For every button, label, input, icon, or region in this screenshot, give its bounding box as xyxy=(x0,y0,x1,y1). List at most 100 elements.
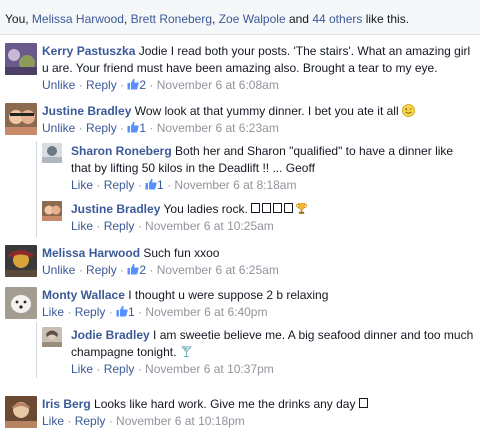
reply-link[interactable]: Reply xyxy=(86,121,117,135)
like-link[interactable]: Like xyxy=(71,178,93,192)
comment-actions: Like · Reply · 1 · November 6 at 6:40pm xyxy=(42,304,482,320)
separator: , xyxy=(212,12,219,26)
comment-text: You ladies rock. xyxy=(163,202,248,216)
separator: , xyxy=(123,12,131,26)
like-count[interactable]: 2 xyxy=(127,78,146,92)
separator: · xyxy=(146,121,157,135)
comment-actions: Like · Reply · 1 · November 6 at 8:18am xyxy=(71,177,476,193)
like-count-value[interactable]: 1 xyxy=(157,178,164,192)
reply-link[interactable]: Reply xyxy=(104,219,135,233)
avatar[interactable] xyxy=(5,245,37,277)
separator: · xyxy=(75,263,87,277)
thumbs-up-icon xyxy=(127,78,140,90)
comment-time[interactable]: November 6 at 8:18am xyxy=(174,178,296,192)
thumbs-up-icon xyxy=(127,263,140,275)
like-link[interactable]: Like xyxy=(42,305,64,319)
separator: · xyxy=(93,178,104,192)
unlike-link[interactable]: Unlike xyxy=(42,121,75,135)
comment-time[interactable]: November 6 at 10:18pm xyxy=(116,414,245,428)
comment-actions: Unlike · Reply · 1 · November 6 at 6:23a… xyxy=(42,120,482,136)
reply-link[interactable]: Reply xyxy=(104,362,135,376)
like-count[interactable]: 1 xyxy=(127,121,146,135)
avatar[interactable] xyxy=(5,287,37,319)
separator: · xyxy=(64,414,75,428)
reply-link[interactable]: Reply xyxy=(104,178,135,192)
separator: · xyxy=(116,121,128,135)
wink-emoji-icon xyxy=(401,104,415,117)
separator: · xyxy=(105,305,117,319)
separator: · xyxy=(134,305,146,319)
comment-author[interactable]: Iris Berg xyxy=(42,397,91,411)
like-count[interactable]: 1 xyxy=(116,305,135,319)
comment-actions: Like · Reply · November 6 at 10:37pm xyxy=(71,361,476,377)
thumbs-up-icon xyxy=(127,121,140,133)
separator: · xyxy=(163,178,175,192)
separator: · xyxy=(116,263,128,277)
reply-link[interactable]: Reply xyxy=(86,78,117,92)
separator: · xyxy=(134,362,146,376)
separator: · xyxy=(116,78,128,92)
comment-author[interactable]: Melissa Harwood xyxy=(42,246,140,260)
avatar[interactable] xyxy=(42,143,62,163)
cocktail-icon xyxy=(180,345,192,358)
comment-author[interactable]: Justine Bradley xyxy=(42,104,131,118)
comment-text: Wow look at that yummy dinner. I bet you… xyxy=(134,104,399,118)
separator: · xyxy=(75,121,87,135)
separator: · xyxy=(146,78,157,92)
unlike-link[interactable]: Unlike xyxy=(42,78,75,92)
comment-author[interactable]: Jodie Bradley xyxy=(71,328,150,342)
comment-actions: Like · Reply · November 6 at 10:18pm xyxy=(42,413,482,429)
avatar[interactable] xyxy=(42,201,62,221)
avatar[interactable] xyxy=(42,327,62,347)
comment-author[interactable]: Monty Wallace xyxy=(42,288,125,302)
separator: · xyxy=(93,219,104,233)
reply-thread-line xyxy=(36,322,37,378)
like-link[interactable]: Like xyxy=(42,414,64,428)
liker-link-3[interactable]: Zoe Walpole xyxy=(219,12,286,26)
reply-link[interactable]: Reply xyxy=(75,414,106,428)
reply-thread-line xyxy=(36,141,37,237)
avatar[interactable] xyxy=(5,396,37,428)
like-link[interactable]: Like xyxy=(71,362,93,376)
unrendered-glyph xyxy=(358,398,368,408)
unlike-link[interactable]: Unlike xyxy=(42,263,75,277)
comment-actions: Like · Reply · November 6 at 10:25am xyxy=(71,218,476,234)
separator: · xyxy=(75,78,87,92)
comment-author[interactable]: Justine Bradley xyxy=(71,202,160,216)
separator: and xyxy=(285,12,313,26)
others-link[interactable]: 44 others xyxy=(312,12,362,26)
comment-actions: Unlike · Reply · 2 · November 6 at 6:08a… xyxy=(42,77,472,93)
comment-text: Looks like hard work. Give me the drinks… xyxy=(94,397,356,411)
like-count[interactable]: 2 xyxy=(127,263,146,277)
separator: · xyxy=(134,178,146,192)
comment-author[interactable]: Kerry Pastuszka xyxy=(42,44,135,58)
separator: · xyxy=(93,362,104,376)
separator: · xyxy=(105,414,117,428)
comment-author[interactable]: Sharon Roneberg xyxy=(71,144,172,158)
separator: · xyxy=(64,305,75,319)
comment-actions: Unlike · Reply · 2 · November 6 at 6:25a… xyxy=(42,262,482,278)
liker-link-2[interactable]: Brett Roneberg xyxy=(131,12,212,26)
like-count[interactable]: 1 xyxy=(145,178,164,192)
separator: · xyxy=(134,219,146,233)
avatar[interactable] xyxy=(5,103,37,135)
comment-time[interactable]: November 6 at 10:37pm xyxy=(145,362,274,376)
liker-link-1[interactable]: Melissa Harwood xyxy=(32,12,124,26)
thumbs-up-icon xyxy=(145,178,157,190)
unrendered-glyphs xyxy=(251,202,295,216)
comment-time[interactable]: November 6 at 10:25am xyxy=(145,219,274,233)
comment-time[interactable]: November 6 at 6:23am xyxy=(157,121,279,135)
likes-suffix: like this. xyxy=(362,12,410,26)
avatar[interactable] xyxy=(5,43,37,75)
like-count-value[interactable]: 1 xyxy=(128,305,135,319)
comment-time[interactable]: November 6 at 6:08am xyxy=(157,78,279,92)
like-link[interactable]: Like xyxy=(71,219,93,233)
separator: · xyxy=(146,263,157,277)
comment-text: Such fun xxoo xyxy=(143,246,220,260)
comment-time[interactable]: November 6 at 6:25am xyxy=(157,263,279,277)
comment-time[interactable]: November 6 at 6:40pm xyxy=(145,305,267,319)
reply-link[interactable]: Reply xyxy=(75,305,106,319)
reply-link[interactable]: Reply xyxy=(86,263,117,277)
likes-prefix: You, xyxy=(5,12,32,26)
comment-text: I thought u were suppose 2 b relaxing xyxy=(128,288,329,302)
